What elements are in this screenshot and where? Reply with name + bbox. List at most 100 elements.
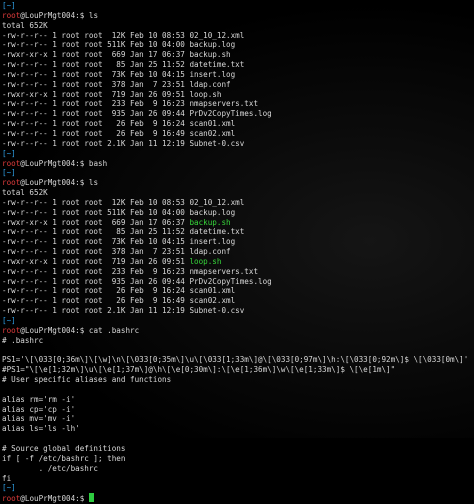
terminal-line: [~] [2,316,474,326]
terminal-text-segment: fi [2,473,12,483]
terminal-line: fi [2,474,474,484]
terminal-text-segment: @LouPrMgt004:$ [20,494,89,504]
terminal-text-segment: loop.sh [189,256,222,266]
terminal-line: root@LouPrMgt004:$ ls [2,11,474,21]
terminal-text-segment: @LouPrMgt004:$ cat .bashrc [20,325,140,335]
terminal-text-segment: alias ls='ls -lh' [2,424,80,434]
terminal-line: root@LouPrMgt004:$ cat .bashrc [2,326,474,336]
terminal-text-segment: -rw-r--r-- 1 root root 12K Feb 10 08:53 … [2,197,245,207]
terminal-text-segment: alias mv='mv -i' [2,414,76,424]
terminal-line: root@LouPrMgt004:$ [2,493,474,503]
terminal-line: #PS1="\[\e[1;32m\]\u\[\e[1;37m\]@\h\[\e[… [2,365,474,375]
terminal-text-segment: [~] [2,483,16,493]
terminal-text-segment: -rwxr-xr-x 1 root root 669 Jan 17 06:37 … [2,50,231,60]
terminal-line: -rw-r--r-- 1 root root 511K Feb 10 04:00… [2,208,474,218]
terminal-text-segment: [~] [2,316,16,325]
terminal-text-segment: -rw-r--r-- 1 root root 378 Jan 7 23:51 l… [2,247,231,257]
terminal-line: # User specific aliases and functions [2,375,474,385]
terminal-line: -rw-r--r-- 1 root root 2.1K Jan 11 12:19… [2,306,474,316]
terminal-text-segment: alias cp='cp -i' [2,404,76,414]
terminal-line: # .bashrc [2,336,474,346]
terminal-line: [~] [2,1,474,11]
terminal-line: . /etc/bashrc [2,464,474,474]
terminal-line: # Source global definitions [2,444,474,454]
terminal-text-segment: -rw-r--r-- 1 root root 935 Jan 26 09:44 … [2,109,272,119]
terminal-text-segment: -rw-r--r-- 1 root root 2.1K Jan 11 12:19… [2,138,245,148]
terminal-text-segment: [~] [2,148,16,158]
terminal-line: -rw-r--r-- 1 root root 85 Jan 25 11:52 d… [2,227,474,237]
terminal-line: -rw-r--r-- 1 root root 26 Feb 9 16:49 sc… [2,129,474,139]
terminal-text-segment: [~] [2,168,16,178]
terminal-text-segment: -rwxr-xr-x 1 root root 719 Jan 26 09:51 [2,256,190,266]
terminal-text-segment: # User specific aliases and functions [2,375,172,385]
terminal-text-segment: if [ -f /etc/bashrc ]; then [2,453,126,463]
terminal-text-segment: -rw-r--r-- 1 root root 85 Jan 25 11:52 d… [2,227,245,237]
terminal-text-segment: @LouPrMgt004:$ ls [20,10,99,20]
terminal-line: -rw-r--r-- 1 root root 378 Jan 7 23:51 l… [2,247,474,257]
terminal-text-segment: root [2,178,21,188]
terminal-line: -rw-r--r-- 1 root root 26 Feb 9 16:24 sc… [2,286,474,296]
terminal-line: -rwxr-xr-x 1 root root 719 Jan 26 09:51 … [2,257,474,267]
terminal-line: -rw-r--r-- 1 root root 233 Feb 9 16:23 n… [2,99,474,109]
terminal-line: -rwxr-xr-x 1 root root 669 Jan 17 06:37 … [2,50,474,60]
terminal-line: -rw-r--r-- 1 root root 26 Feb 9 16:49 sc… [2,296,474,306]
terminal-text-segment: # Source global definitions [2,443,126,453]
terminal-text-segment: -rw-r--r-- 1 root root 233 Feb 9 16:23 n… [2,266,259,276]
text-cursor[interactable] [88,493,94,503]
terminal-text-segment: @LouPrMgt004:$ bash [20,158,108,168]
terminal-line: -rw-r--r-- 1 root root 12K Feb 10 08:53 … [2,198,474,208]
terminal-text-segment: -rw-r--r-- 1 root root 85 Jan 25 11:52 d… [2,60,245,70]
terminal-text-segment: backup.sh [189,217,231,227]
terminal-line: alias rm='rm -i' [2,395,474,405]
terminal-text-segment: -rw-r--r-- 1 root root 511K Feb 10 04:00… [2,40,236,50]
terminal-text-segment: # .bashrc [2,335,44,345]
terminal-text-segment: #PS1="\[\e[1;32m\]\u\[\e[1;37m\]@\h\[\e[… [2,365,396,375]
terminal-text-segment: root [2,325,21,335]
terminal-line: alias ls='ls -lh' [2,424,474,434]
terminal-text-segment: -rw-r--r-- 1 root root 511K Feb 10 04:00… [2,207,236,217]
terminal-text-segment: -rw-r--r-- 1 root root 26 Feb 9 16:49 sc… [2,128,236,138]
terminal-text-segment: -rw-r--r-- 1 root root 2.1K Jan 11 12:19… [2,306,245,316]
terminal-window[interactable]: [~] root@LouPrMgt004:$ ls total 652K -rw-r-… [0,0,474,503]
terminal-line: -rw-r--r-- 1 root root 85 Jan 25 11:52 d… [2,60,474,70]
terminal-line: -rw-r--r-- 1 root root 233 Feb 9 16:23 n… [2,267,474,277]
terminal-line: -rw-r--r-- 1 root root 935 Jan 26 09:44 … [2,109,474,119]
terminal-line: -rw-r--r-- 1 root root 2.1K Jan 11 12:19… [2,139,474,149]
terminal-line: -rwxr-xr-x 1 root root 669 Jan 17 06:37 … [2,218,474,228]
terminal-line: [~] [2,168,474,178]
terminal-line: -rw-r--r-- 1 root root 26 Feb 9 16:24 sc… [2,119,474,129]
terminal-text-segment: alias rm='rm -i' [2,394,76,404]
terminal-text-segment: -rw-r--r-- 1 root root 26 Feb 9 16:24 sc… [2,119,236,129]
terminal-text-segment: -rwxr-xr-x 1 root root 719 Jan 26 09:51 … [2,89,222,99]
terminal-line: alias cp='cp -i' [2,405,474,415]
terminal-text-segment: -rw-r--r-- 1 root root 12K Feb 10 08:53 … [2,30,245,40]
terminal-line: -rw-r--r-- 1 root root 935 Jan 26 09:44 … [2,277,474,287]
terminal-line: [~] [2,483,474,493]
terminal-line: -rw-r--r-- 1 root root 73K Feb 10 04:15 … [2,237,474,247]
terminal-text-segment: total 652K [2,188,48,198]
terminal-line: -rw-r--r-- 1 root root 73K Feb 10 04:15 … [2,70,474,80]
terminal-text-segment: . /etc/bashrc [2,463,99,473]
terminal-text-segment: -rw-r--r-- 1 root root 73K Feb 10 04:15 … [2,237,236,247]
terminal-text-segment: -rw-r--r-- 1 root root 233 Feb 9 16:23 n… [2,99,259,109]
terminal-line: if [ -f /etc/bashrc ]; then [2,454,474,464]
terminal-output: [~] root@LouPrMgt004:$ ls total 652K -rw-r-… [2,1,474,503]
terminal-text-segment: root [2,158,21,168]
terminal-text-segment: -rw-r--r-- 1 root root 73K Feb 10 04:15 … [2,69,236,79]
terminal-line: total 652K [2,21,474,31]
terminal-line: total 652K [2,188,474,198]
terminal-text-segment: -rw-r--r-- 1 root root 378 Jan 7 23:51 l… [2,79,231,89]
terminal-text-segment: PS1='\[\033[0;36m\]\[\w]\n\[\033[0;35m\]… [2,355,469,365]
terminal-text-segment: root [2,10,21,20]
terminal-text-segment: -rw-r--r-- 1 root root 26 Feb 9 16:49 sc… [2,296,236,306]
terminal-line: [~] [2,149,474,159]
terminal-text-segment: -rw-r--r-- 1 root root 935 Jan 26 09:44 … [2,276,272,286]
terminal-line: PS1='\[\033[0;36m\]\[\w]\n\[\033[0;35m\]… [2,355,474,365]
terminal-line: root@LouPrMgt004:$ ls [2,178,474,188]
terminal-line: -rw-r--r-- 1 root root 511K Feb 10 04:00… [2,40,474,50]
terminal-text-segment: total 652K [2,20,48,30]
terminal-line: alias mv='mv -i' [2,414,474,424]
